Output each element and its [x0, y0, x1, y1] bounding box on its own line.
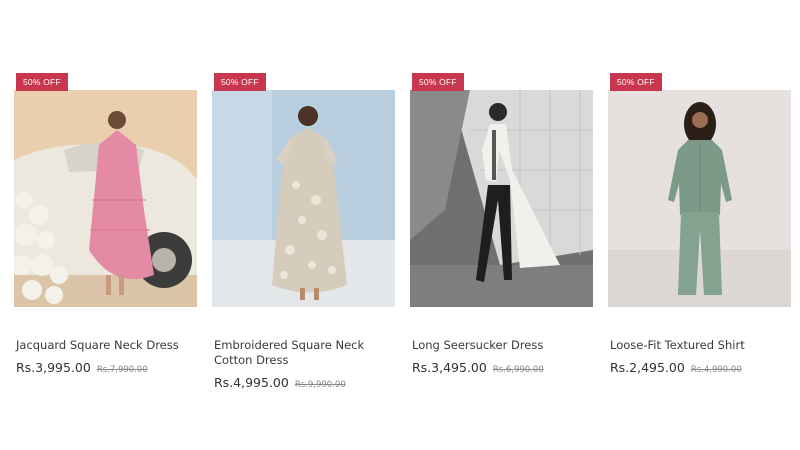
- discount-badge: 50% OFF: [610, 73, 662, 91]
- original-price: Rs.7,990.00: [96, 365, 148, 375]
- product-name[interactable]: Loose-Fit Textured Shirt: [610, 338, 790, 353]
- sale-price: Rs.4,995.00: [214, 375, 289, 390]
- product-photo-pink-dress: [14, 90, 197, 307]
- product-name[interactable]: Jacquard Square Neck Dress: [16, 338, 196, 353]
- product-grid: 50% OFF Jacquard Square Neck Dress Rs.3,…: [0, 0, 800, 450]
- product-image[interactable]: [608, 90, 791, 307]
- sale-price: Rs.3,495.00: [412, 360, 487, 375]
- sale-price: Rs.2,495.00: [610, 360, 685, 375]
- discount-badge: 50% OFF: [16, 73, 68, 91]
- product-image[interactable]: [212, 90, 395, 307]
- product-image[interactable]: [410, 90, 593, 307]
- original-price: Rs.4,990.00: [690, 365, 742, 375]
- product-name[interactable]: Embroidered Square Neck Cotton Dress: [214, 338, 394, 368]
- price-row: Rs.4,995.00 Rs.9,990.00: [214, 375, 346, 390]
- price-row: Rs.2,495.00 Rs.4,990.00: [610, 360, 742, 375]
- discount-badge: 50% OFF: [412, 73, 464, 91]
- discount-badge: 50% OFF: [214, 73, 266, 91]
- product-photo-floral-dress: [212, 90, 395, 307]
- original-price: Rs.6,990.00: [492, 365, 544, 375]
- sale-price: Rs.3,995.00: [16, 360, 91, 375]
- product-photo-sage-shirt: [608, 90, 791, 307]
- original-price: Rs.9,990.00: [294, 380, 346, 390]
- product-name[interactable]: Long Seersucker Dress: [412, 338, 592, 353]
- product-image[interactable]: [14, 90, 197, 307]
- price-row: Rs.3,995.00 Rs.7,990.00: [16, 360, 148, 375]
- price-row: Rs.3,495.00 Rs.6,990.00: [412, 360, 544, 375]
- product-photo-white-long-dress: [410, 90, 593, 307]
